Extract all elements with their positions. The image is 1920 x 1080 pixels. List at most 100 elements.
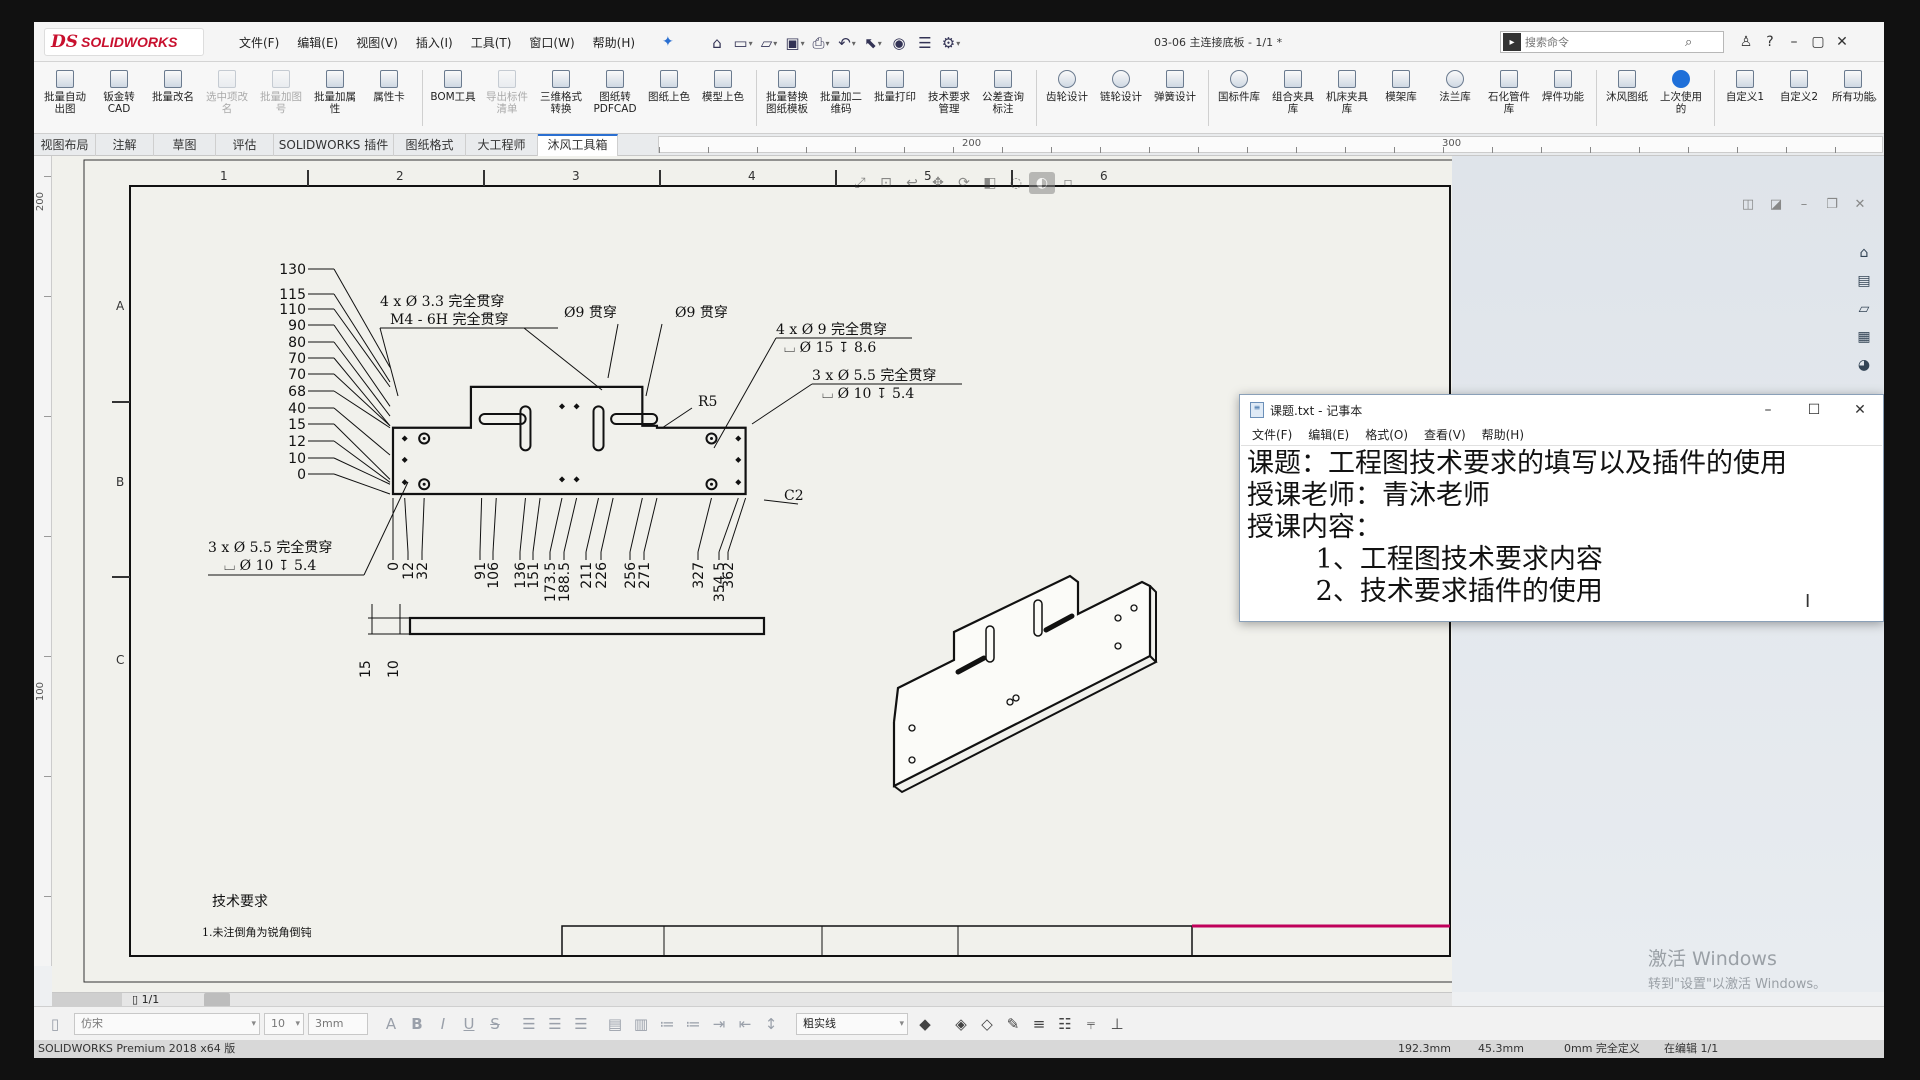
menu-item-0[interactable]: 文件(F) bbox=[230, 32, 288, 54]
layer-icon[interactable]: ◆ bbox=[914, 1014, 936, 1034]
scene-icon[interactable]: ▫ bbox=[1055, 172, 1081, 194]
file-explorer-icon[interactable]: ▱ bbox=[1853, 298, 1875, 320]
strikethrough-icon[interactable]: S bbox=[484, 1014, 506, 1034]
appearances-icon[interactable]: ◕ bbox=[1853, 354, 1875, 376]
options-gear-icon[interactable]: ⚙ ▾ bbox=[938, 31, 964, 55]
ribbon-button-19[interactable]: 链轮设计 bbox=[1096, 66, 1146, 130]
file-properties-icon[interactable]: ☰ bbox=[912, 31, 938, 55]
previous-view-icon[interactable]: ↩ bbox=[899, 172, 925, 194]
notepad-minimize-icon[interactable]: – bbox=[1745, 395, 1791, 425]
bold-icon[interactable]: B bbox=[406, 1014, 428, 1034]
ribbon-button-20[interactable]: 弹簧设计 bbox=[1150, 66, 1200, 130]
ribbon-button-23[interactable]: 机床夹具库 bbox=[1322, 66, 1372, 130]
ribbon-button-6[interactable]: 属性卡 bbox=[364, 66, 414, 130]
numbering-icon[interactable]: ≔ bbox=[682, 1014, 704, 1034]
line-thickness-icon[interactable]: ≡ bbox=[1028, 1014, 1050, 1034]
ribbon-button-24[interactable]: 模架库 bbox=[1376, 66, 1426, 130]
tab-0[interactable]: 视图布局 bbox=[34, 134, 96, 156]
doc-minimize-icon[interactable]: – bbox=[1790, 197, 1818, 212]
tab-7[interactable]: 沐风工具箱 bbox=[538, 134, 618, 156]
rebuild-icon[interactable]: ◉ bbox=[886, 31, 912, 55]
hide-edge-icon[interactable]: ⫧ bbox=[1080, 1014, 1102, 1034]
ribbon-button-18[interactable]: 齿轮设计 bbox=[1042, 66, 1092, 130]
zoom-fit-icon[interactable]: ⤢ bbox=[847, 172, 873, 194]
design-library-icon[interactable]: ▤ bbox=[1853, 270, 1875, 292]
tab-2[interactable]: 草图 bbox=[154, 134, 216, 156]
notepad-menu-item-1[interactable]: 编辑(E) bbox=[1300, 425, 1357, 445]
appearance-icon[interactable]: ◐ bbox=[1029, 172, 1055, 194]
notepad-text-area[interactable]: 课题：工程图技术要求的填写以及插件的使用 授课老师：青沐老师 授课内容： 1、工程图… bbox=[1241, 445, 1882, 620]
open-file-icon[interactable]: ▱ ▾ bbox=[756, 31, 782, 55]
notepad-close-icon[interactable]: ✕ bbox=[1837, 395, 1883, 425]
hide-show-icon[interactable]: ◌ bbox=[1003, 172, 1029, 194]
ribbon-button-2[interactable]: 批量改名 bbox=[148, 66, 198, 130]
solidworks-resources-icon[interactable]: ⌂ bbox=[1853, 242, 1875, 264]
show-edge-icon[interactable]: ⊥ bbox=[1106, 1014, 1128, 1034]
ribbon-button-14[interactable]: 批量加二维码 bbox=[816, 66, 866, 130]
italic-icon[interactable]: I bbox=[432, 1014, 454, 1034]
tab-4[interactable]: SOLIDWORKS 插件 bbox=[274, 134, 394, 156]
ribbon-button-9[interactable]: 三维格式转换 bbox=[536, 66, 586, 130]
notepad-maximize-icon[interactable]: ☐ bbox=[1791, 395, 1837, 425]
bullets-icon[interactable]: ≔ bbox=[656, 1014, 678, 1034]
tile-icon[interactable]: ◫ bbox=[1734, 197, 1762, 212]
ribbon-button-1[interactable]: 钣金转CAD bbox=[94, 66, 144, 130]
align-middle-icon[interactable]: ▥ bbox=[630, 1014, 652, 1034]
doc-restore-icon[interactable]: ❐ bbox=[1818, 197, 1846, 212]
pan-icon[interactable]: ✥ bbox=[925, 172, 951, 194]
sheet-tab[interactable]: ▯ 1/1 bbox=[132, 993, 159, 1007]
ribbon-button-11[interactable]: 图纸上色 bbox=[644, 66, 694, 130]
font-icon[interactable]: A bbox=[380, 1014, 402, 1034]
select-icon[interactable]: ⬉ ▾ bbox=[860, 31, 886, 55]
tab-1[interactable]: 注解 bbox=[96, 134, 154, 156]
notepad-menu-item-0[interactable]: 文件(F) bbox=[1244, 425, 1300, 445]
ribbon-button-30[interactable]: 自定义1 bbox=[1720, 66, 1770, 130]
rotate-icon[interactable]: ⟳ bbox=[951, 172, 977, 194]
font-height-field[interactable]: 3mm bbox=[308, 1013, 368, 1035]
new-file-icon[interactable]: ▭ ▾ bbox=[730, 31, 756, 55]
tab-6[interactable]: 大工程师 bbox=[466, 134, 538, 156]
tab-3[interactable]: 评估 bbox=[216, 134, 274, 156]
align-right-icon[interactable]: ☰ bbox=[570, 1014, 592, 1034]
ribbon-button-21[interactable]: 国标件库 bbox=[1214, 66, 1264, 130]
ribbon-button-0[interactable]: 批量自动出图 bbox=[40, 66, 90, 130]
menu-item-2[interactable]: 视图(V) bbox=[347, 32, 407, 54]
font-select[interactable]: 仿宋 ▾ bbox=[74, 1013, 260, 1035]
notepad-menu-item-3[interactable]: 查看(V) bbox=[1416, 425, 1474, 445]
line-style-icon[interactable]: ☷ bbox=[1054, 1014, 1076, 1034]
line-color-icon[interactable]: ◈ bbox=[950, 1014, 972, 1034]
ribbon-button-26[interactable]: 石化管件库 bbox=[1484, 66, 1534, 130]
indent-icon[interactable]: ⇥ bbox=[708, 1014, 730, 1034]
font-size-select[interactable]: 10 ▾ bbox=[264, 1013, 304, 1035]
pin-icon[interactable]: ✦ bbox=[662, 34, 674, 50]
notepad-window[interactable]: ≡ 课题.txt - 记事本 – ☐ ✕ 文件(F) 编辑(E) 格式(O) 查看(V… bbox=[1239, 394, 1884, 622]
print-icon[interactable]: ⎙ ▾ bbox=[808, 31, 834, 55]
menu-item-6[interactable]: 帮助(H) bbox=[584, 32, 644, 54]
pen-icon[interactable]: ✎ bbox=[1002, 1014, 1024, 1034]
ribbon-button-17[interactable]: 公差查询标注 bbox=[978, 66, 1028, 130]
ribbon-button-8[interactable]: 导出标件清单 bbox=[482, 66, 532, 130]
display-style-icon[interactable]: ◧ bbox=[977, 172, 1003, 194]
ribbon-button-13[interactable]: 批量替换图纸模板 bbox=[762, 66, 812, 130]
minimize-icon[interactable]: – bbox=[1782, 30, 1806, 54]
line-spacing-icon[interactable]: ↕ bbox=[760, 1014, 782, 1034]
ribbon-button-10[interactable]: 图纸转PDFCAD bbox=[590, 66, 640, 130]
menu-item-3[interactable]: 插入(I) bbox=[407, 32, 462, 54]
solidworks-logo[interactable]: DS SOLIDWORKS bbox=[44, 28, 204, 56]
ribbon-button-16[interactable]: 技术要求管理 bbox=[924, 66, 974, 130]
notepad-menu-item-2[interactable]: 格式(O) bbox=[1357, 425, 1416, 445]
ribbon-button-3[interactable]: 选中项改名 bbox=[202, 66, 252, 130]
ribbon-button-31[interactable]: 自定义2 bbox=[1774, 66, 1824, 130]
menu-item-1[interactable]: 编辑(E) bbox=[288, 32, 347, 54]
ribbon-button-15[interactable]: 批量打印 bbox=[870, 66, 920, 130]
format-painter-icon[interactable]: ▯ bbox=[44, 1014, 66, 1034]
zoom-area-icon[interactable]: ⊡ bbox=[873, 172, 899, 194]
notepad-menu-item-4[interactable]: 帮助(H) bbox=[1474, 425, 1532, 445]
align-top-icon[interactable]: ▤ bbox=[604, 1014, 626, 1034]
menu-item-4[interactable]: 工具(T) bbox=[462, 32, 521, 54]
line-style-select[interactable]: 粗实线 ▾ bbox=[796, 1013, 908, 1035]
user-icon[interactable]: ♙ bbox=[1734, 30, 1758, 54]
cascade-icon[interactable]: ◪ bbox=[1762, 197, 1790, 212]
search-box[interactable]: ▸ ⌕ bbox=[1500, 31, 1724, 53]
save-icon[interactable]: ▣ ▾ bbox=[782, 31, 808, 55]
